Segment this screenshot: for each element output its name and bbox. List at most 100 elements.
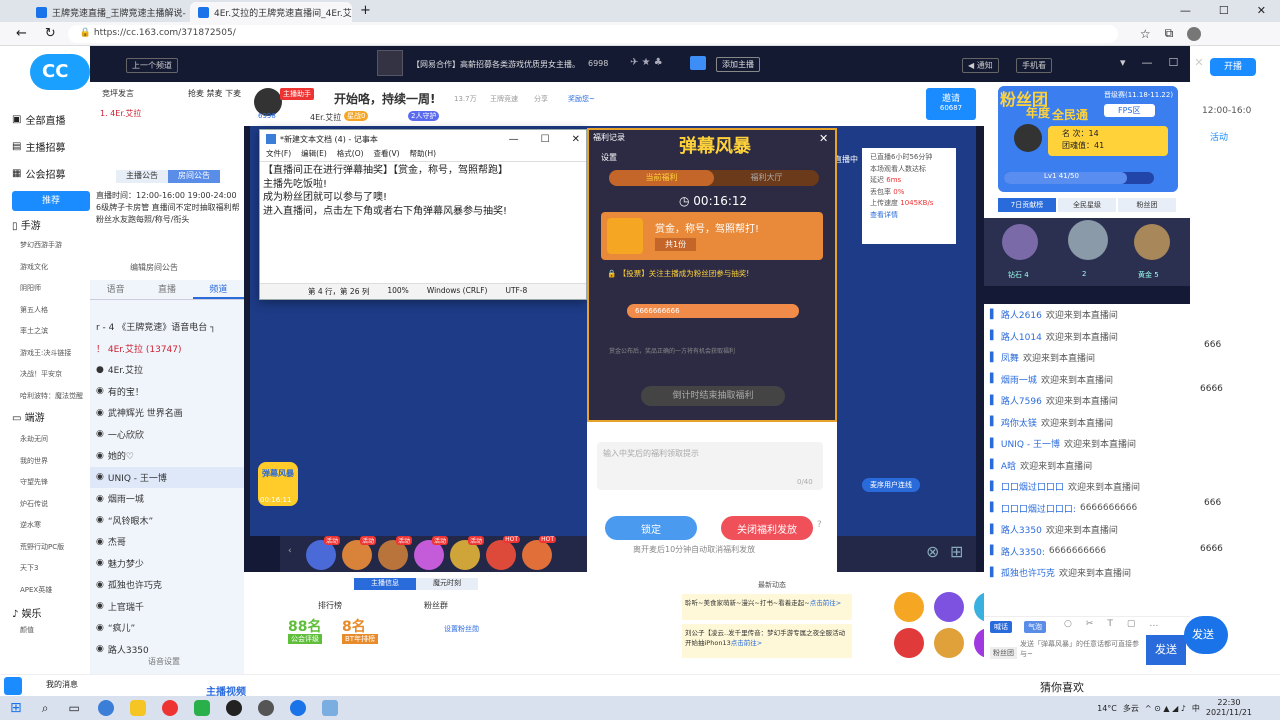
list-item[interactable]: ◉ 上官瑞千 [90, 596, 244, 618]
rank-link[interactable]: 排行榜 [318, 600, 342, 611]
game-link[interactable]: 阴阳师 [20, 278, 90, 300]
chat-user[interactable]: A晗 [1001, 459, 1016, 472]
chat-message[interactable]: ▌ 路人7596 欢迎来到本直播间 [984, 390, 1190, 412]
chat-message[interactable]: ▌ 鸡你太镁 欢迎来到本直播间 [984, 412, 1190, 434]
maximize-icon[interactable]: ☐ [1219, 4, 1229, 17]
menu-file[interactable]: 文件(F) [266, 148, 291, 161]
chat-message[interactable]: ▌ 路人2616 欢迎来到本直播间 [984, 304, 1190, 326]
podium-avatar[interactable] [1068, 220, 1108, 260]
fans-group-link[interactable]: 粉丝群 [424, 600, 448, 611]
podium-avatar[interactable] [1002, 224, 1038, 260]
tab-contrib[interactable]: 7日贡献榜 [998, 198, 1056, 212]
more-icon[interactable]: ⊞ [950, 542, 963, 561]
minimize-icon[interactable]: — [1142, 56, 1153, 69]
camera-icon[interactable] [690, 56, 706, 70]
tab-stars[interactable]: 全民星级 [1058, 198, 1116, 212]
prev-channel-button[interactable]: 上一个频道 [126, 58, 178, 73]
chat-message[interactable]: ▌ 凤舞 欢迎来到本直播间 [984, 347, 1190, 369]
list-item[interactable]: ◉ 一心欣欣 [90, 424, 244, 446]
game-link[interactable]: 率土之滨 [20, 321, 90, 343]
chat-user[interactable]: 口口烟过口口口 [1001, 480, 1064, 493]
activity-icon[interactable] [934, 592, 964, 622]
tab-fans[interactable]: 粉丝团 [1118, 198, 1176, 212]
app-icon[interactable] [97, 700, 114, 716]
tab-anchor-info[interactable]: 主播信息 [354, 578, 416, 590]
game-link[interactable]: 游戏王:决斗链接 [20, 343, 90, 365]
game-link[interactable]: 逆水寒 [20, 515, 90, 537]
ad-banner[interactable]: 【网易合作】高薪招募各类游戏优质男女主播。 [412, 59, 580, 70]
activity-icon[interactable] [934, 628, 964, 658]
menu-view[interactable]: 查看(V) [374, 148, 400, 161]
seat-actions[interactable]: 抢麦 禁麦 下麦 [188, 88, 241, 99]
app-icon[interactable] [129, 700, 146, 716]
refresh-icon[interactable]: ↻ [45, 26, 56, 41]
tab-moments[interactable]: 魔元时刻 [416, 578, 478, 590]
windows-start-icon[interactable]: ⊞ [10, 700, 22, 716]
game-link[interactable]: APEX英雄 [20, 580, 90, 602]
game-link[interactable]: 哈利波特：魔法觉醒 [20, 386, 90, 408]
podium-avatar[interactable] [1134, 224, 1170, 260]
avatar[interactable] [1187, 26, 1202, 41]
edit-announcement-link[interactable]: 编辑房间公告 [130, 262, 178, 273]
tab-channel[interactable]: 频道 [192, 280, 244, 299]
add-anchor-button[interactable]: 添加主播 [716, 57, 760, 72]
send-button[interactable]: 发送 [1146, 635, 1186, 665]
notepad-taskbar-icon[interactable] [321, 700, 338, 716]
anchor-name[interactable]: 4Er.艾拉 [310, 112, 341, 123]
activity-link[interactable]: 活动 [1210, 130, 1228, 143]
gift-item[interactable]: HOT [486, 536, 520, 570]
nav-recruit[interactable]: ▤ 主播招募 [12, 133, 90, 160]
chat-message[interactable]: ▌ 口口烟过口口口 欢迎来到本直播间 [984, 476, 1190, 498]
list-item[interactable]: ◉ 杰哥 [90, 531, 244, 553]
tab-welfare-hall[interactable]: 福利大厅 [714, 170, 819, 186]
tab-live[interactable]: 直播 [141, 280, 192, 299]
list-item[interactable]: ◉ 烟雨一城 [90, 488, 244, 510]
notepad-text-area[interactable]: 【直播间正在进行弹幕抽奖】【赏金，称号，驾照帮跑】 主播先吃饭啦! 成为粉丝团就… [260, 161, 586, 283]
game-link[interactable]: 守望先锋 [20, 472, 90, 494]
list-item[interactable]: ！ 4Er.艾拉 (13747) [90, 338, 244, 360]
app-icon[interactable] [4, 677, 22, 695]
chat-user[interactable]: 路人7596 [1001, 394, 1042, 407]
my-messages-link[interactable]: 我的消息 [46, 679, 78, 690]
chat-message[interactable]: ▌ 路人3350: 6666666666 [984, 541, 1190, 563]
prompt-input[interactable]: 输入中奖后的福利领取提示 [597, 442, 823, 490]
game-link[interactable]: 我的世界 [20, 451, 90, 473]
fans-badge-button[interactable]: 粉丝团 [990, 647, 1017, 659]
close-welfare-button[interactable]: 关闭福利发放 [721, 516, 813, 540]
app-icon[interactable] [161, 700, 178, 716]
tab-current-welfare[interactable]: 当前福利 [609, 170, 714, 186]
image-icon[interactable]: ▢ [1127, 619, 1136, 629]
edge-icon[interactable] [289, 700, 306, 716]
close-icon[interactable]: ✕ [819, 132, 828, 145]
url-field[interactable]: 🔒 https://cc.163.com/371872505/ [67, 24, 1118, 43]
nav-recommend[interactable]: 推荐 [12, 191, 90, 211]
list-item[interactable]: ◉ UNIQ - 王一博 [90, 466, 244, 488]
browser-tab-2[interactable]: 4Er.艾拉的王牌竞速直播间_4Er.艾✕ [190, 2, 352, 22]
stat-detail-link[interactable]: 查看详情 [870, 210, 948, 222]
list-item[interactable]: ◉ “疯儿” [90, 617, 244, 639]
news-item[interactable]: 聆听~美食家萌新~漫兴~打书~看着走起~点击前往> [682, 594, 852, 620]
game-link[interactable]: 永劫无间 [20, 429, 90, 451]
more-icon[interactable]: … [1149, 619, 1158, 629]
chat-message[interactable]: ▌ 孤独也许巧克 欢迎来到本直播间 [984, 562, 1190, 584]
list-item[interactable]: r - 4 《王牌竞速》语音电台 ┐ [90, 316, 244, 338]
app-icon[interactable] [257, 700, 274, 716]
chat-message[interactable]: ▌ UNIQ - 王一博 欢迎来到本直播间 [984, 433, 1190, 455]
list-item[interactable]: ◉ 有的宝！ [90, 381, 244, 403]
game-link[interactable]: 颜值 [12, 625, 90, 635]
bubble-toggle[interactable]: 气泡 [1024, 621, 1046, 633]
menu-edit[interactable]: 编辑(E) [301, 148, 327, 161]
gift-item[interactable]: 活动 [306, 536, 340, 570]
chat-message[interactable]: ▌ 路人1014 欢迎来到本直播间 [984, 326, 1190, 348]
game-link[interactable]: 第五人格 [20, 300, 90, 322]
list-item[interactable]: ◉ “风铃眼木” [90, 510, 244, 532]
chat-message[interactable]: ▌ A晗 欢迎来到本直播间 [984, 455, 1190, 477]
minimize-icon[interactable]: — [509, 134, 519, 145]
star-icon[interactable]: ☆ [1140, 27, 1151, 41]
game-tag[interactable]: 王牌竞速 [490, 94, 518, 104]
clock[interactable]: 22:30 2021/11/21 [1206, 698, 1252, 718]
close-icon[interactable]: ✕ [572, 134, 580, 145]
activity-icon[interactable] [894, 628, 924, 658]
collections-icon[interactable]: ⧉ [1165, 26, 1174, 41]
mic-user-link-button[interactable]: 麦序用户连线 [862, 478, 920, 492]
